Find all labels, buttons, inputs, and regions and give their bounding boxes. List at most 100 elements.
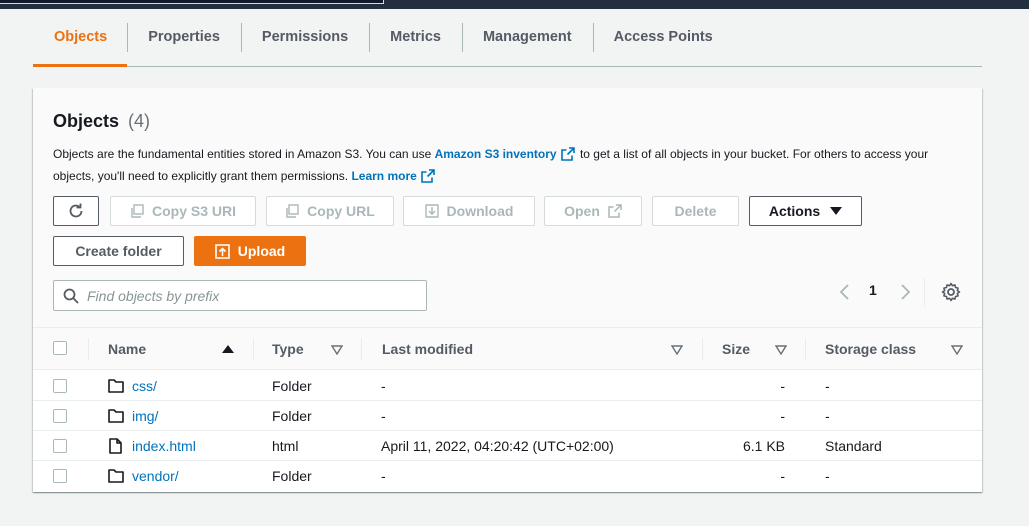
inventory-link[interactable]: Amazon S3 inventory: [435, 147, 557, 161]
external-link-icon: [421, 169, 435, 183]
console-top-bar: [0, 0, 1029, 9]
description-text-1: Objects are the fundamental entities sto…: [53, 147, 435, 161]
column-header-last-modified[interactable]: Last modified: [382, 328, 473, 370]
upload-icon: [214, 243, 230, 259]
object-type: Folder: [272, 378, 312, 394]
object-size: -: [780, 408, 785, 424]
sort-icon[interactable]: [951, 345, 963, 355]
object-last-modified: -: [381, 408, 386, 424]
upload-button[interactable]: Upload: [194, 236, 306, 266]
object-name-link[interactable]: index.html: [132, 431, 196, 461]
sort-icon[interactable]: [775, 345, 787, 355]
sort-icon[interactable]: [331, 345, 343, 355]
folder-icon: [108, 379, 124, 393]
search-icon: [63, 288, 79, 304]
object-storage-class: Standard: [825, 438, 882, 454]
page-title: Objects (4): [53, 111, 150, 132]
external-link-icon: [560, 147, 575, 161]
row-checkbox[interactable]: [53, 409, 67, 423]
tab-label: Access Points: [613, 29, 713, 45]
caret-down-icon: [830, 207, 843, 215]
external-link-icon: [608, 204, 622, 218]
copy-s3-uri-label: Copy S3 URI: [151, 203, 236, 219]
create-folder-label: Create folder: [75, 243, 162, 259]
column-header-name[interactable]: Name: [108, 328, 146, 370]
open-label: Open: [564, 203, 600, 219]
table-header: Name Type Last modified Size Storage cla…: [33, 328, 982, 370]
tab-label: Management: [482, 29, 572, 45]
tab-label: Permissions: [261, 29, 349, 45]
column-header-type[interactable]: Type: [272, 328, 304, 370]
open-button[interactable]: Open: [544, 196, 642, 226]
object-storage-class: -: [825, 408, 830, 424]
column-header-size[interactable]: Size: [722, 328, 750, 370]
object-storage-class: -: [825, 378, 830, 394]
previous-page-icon[interactable]: [839, 284, 851, 300]
table-row[interactable]: index.html html April 11, 2022, 04:20:42…: [33, 431, 982, 461]
delete-button[interactable]: Delete: [652, 196, 739, 226]
object-last-modified: -: [381, 378, 386, 394]
delete-label: Delete: [674, 203, 717, 219]
search-input[interactable]: [87, 287, 407, 304]
object-storage-class: -: [825, 468, 830, 484]
search-box: [53, 280, 427, 311]
download-icon: [424, 204, 439, 218]
select-all-checkbox[interactable]: [53, 341, 67, 355]
tab-management[interactable]: Management: [461, 22, 593, 66]
sort-icon[interactable]: [671, 345, 683, 355]
copy-url-button[interactable]: Copy URL: [266, 196, 394, 226]
objects-panel: Objects (4) Objects are the fundamental …: [33, 88, 982, 492]
tab-objects[interactable]: Objects: [33, 22, 128, 67]
object-name-link[interactable]: vendor/: [132, 461, 179, 491]
sort-ascending-icon[interactable]: [222, 344, 234, 354]
object-last-modified: -: [381, 468, 386, 484]
folder-icon: [108, 469, 124, 483]
tab-label: Properties: [148, 29, 220, 45]
refresh-icon: [69, 203, 83, 218]
actions-dropdown[interactable]: Actions: [749, 196, 862, 226]
object-type: Folder: [272, 408, 312, 424]
row-checkbox[interactable]: [53, 469, 67, 483]
tab-label: Metrics: [390, 29, 441, 45]
pagination-divider: [924, 278, 925, 307]
create-folder-button[interactable]: Create folder: [53, 236, 184, 266]
download-button[interactable]: Download: [403, 196, 535, 226]
object-name-link[interactable]: img/: [132, 401, 158, 431]
tab-access-points[interactable]: Access Points: [592, 22, 734, 66]
objects-panel-header: Objects (4) Objects are the fundamental …: [33, 88, 982, 328]
gear-icon[interactable]: [941, 282, 961, 302]
object-type: html: [272, 438, 299, 454]
column-divider: [88, 338, 89, 360]
page-number[interactable]: 1: [869, 282, 877, 298]
row-checkbox[interactable]: [53, 379, 67, 393]
learn-more-link[interactable]: Learn more: [351, 169, 416, 183]
column-header-storage-class[interactable]: Storage class: [825, 328, 916, 370]
tab-label: Objects: [54, 29, 108, 45]
object-name-link[interactable]: css/: [132, 371, 157, 401]
file-icon: [109, 438, 122, 454]
object-count: (4): [128, 111, 151, 131]
refresh-button[interactable]: [53, 196, 99, 226]
copy-url-label: Copy URL: [307, 203, 375, 219]
row-checkbox[interactable]: [53, 439, 67, 453]
object-type: Folder: [272, 468, 312, 484]
table-row[interactable]: vendor/ Folder - - -: [33, 461, 982, 491]
copy-icon: [131, 204, 144, 218]
folder-icon: [108, 409, 124, 423]
tab-permissions[interactable]: Permissions: [240, 22, 369, 66]
copy-icon: [286, 204, 299, 218]
upload-label: Upload: [237, 243, 286, 259]
table-row[interactable]: css/ Folder - - -: [33, 371, 982, 401]
tab-metrics[interactable]: Metrics: [369, 22, 462, 66]
tab-properties[interactable]: Properties: [127, 22, 241, 66]
object-size: -: [780, 468, 785, 484]
column-divider: [702, 338, 703, 360]
bucket-tabs: Objects Properties Permissions Metrics M…: [33, 22, 982, 67]
copy-s3-uri-button[interactable]: Copy S3 URI: [110, 196, 256, 226]
download-label: Download: [446, 203, 514, 219]
global-search-edge[interactable]: [0, 0, 384, 4]
panel-title-text: Objects: [53, 111, 120, 131]
next-page-icon[interactable]: [899, 284, 911, 300]
table-row[interactable]: img/ Folder - - -: [33, 401, 982, 431]
panel-description: Objects are the fundamental entities sto…: [53, 143, 963, 187]
